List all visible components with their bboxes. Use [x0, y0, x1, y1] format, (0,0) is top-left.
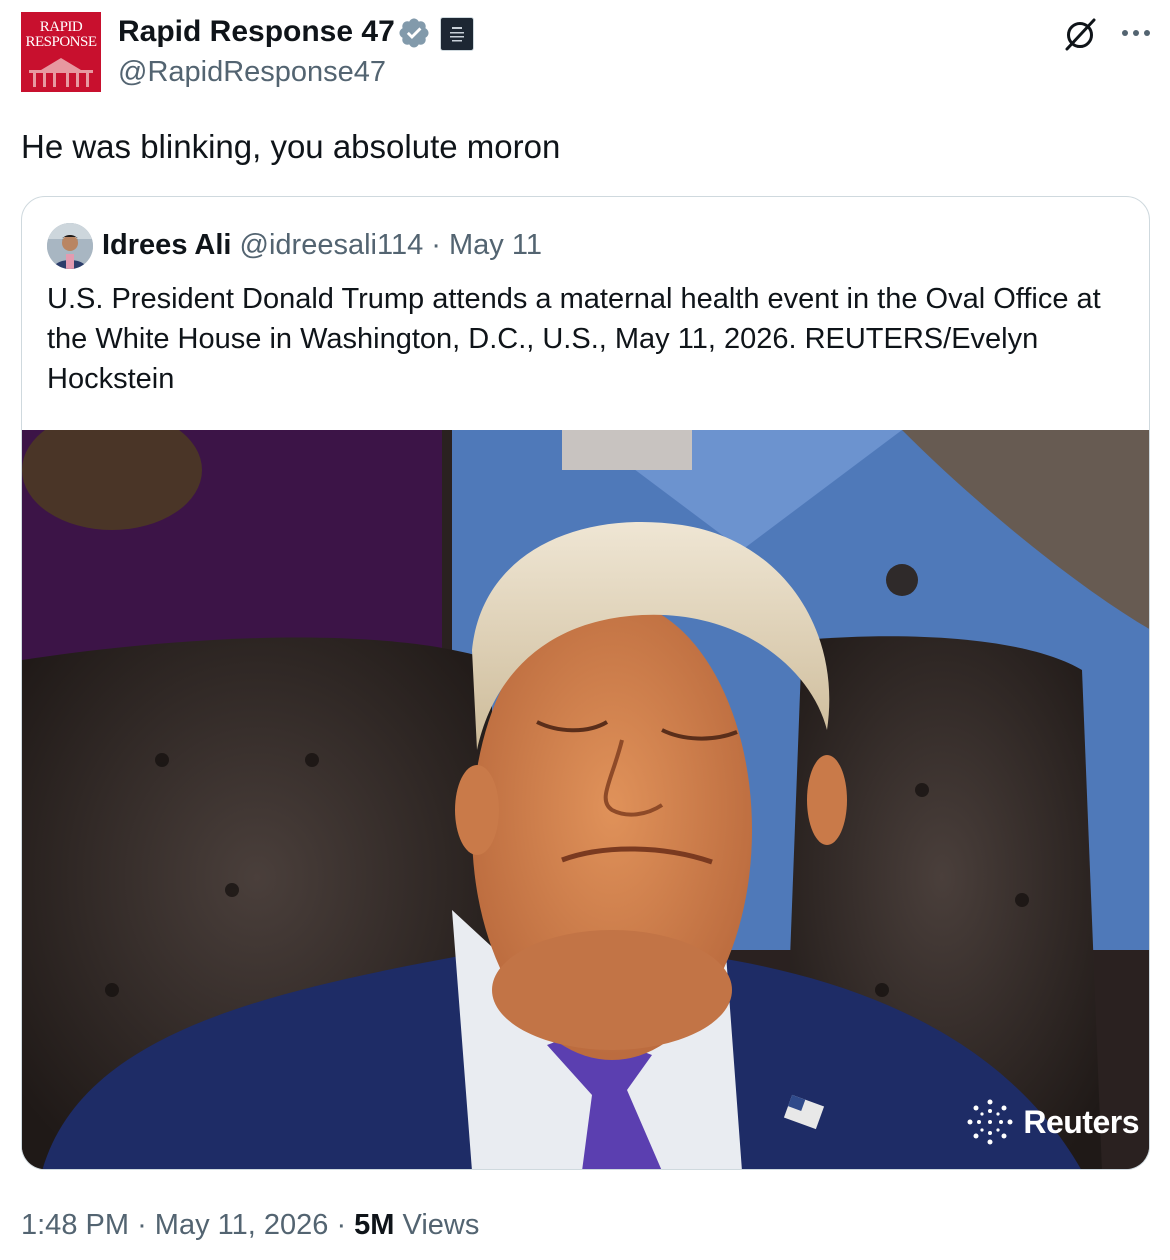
grok-icon[interactable] — [1060, 14, 1100, 54]
author-handle[interactable]: @RapidResponse47 — [118, 55, 386, 89]
views-label: Views — [402, 1209, 480, 1241]
quoted-author-avatar[interactable] — [47, 223, 93, 269]
author-name[interactable]: Rapid Response 47 — [118, 14, 395, 50]
views-count: 5M — [354, 1209, 395, 1241]
post-date[interactable]: May 11, 2026 — [155, 1209, 329, 1241]
reuters-logo-icon — [967, 1099, 1013, 1145]
tweet-text: He was blinking, you absolute moron — [21, 128, 561, 165]
author-avatar[interactable]: RAPID RESPONSE — [21, 12, 101, 92]
reuters-watermark: Reuters — [965, 1097, 1139, 1147]
post-metadata: 1:48 PM · May 11, 2026 · 5M Views — [21, 1205, 479, 1245]
separator-dot: · — [431, 229, 441, 261]
white-house-icon — [29, 58, 93, 87]
separator-dot: · — [336, 1209, 347, 1241]
verified-badge-icon — [399, 18, 429, 48]
quoted-post-text: U.S. President Donald Trump attends a ma… — [47, 283, 1101, 395]
more-options-icon[interactable] — [1116, 18, 1156, 48]
separator-dot: · — [137, 1209, 147, 1241]
post-time[interactable]: 1:48 PM — [21, 1209, 129, 1241]
quoted-author-name[interactable]: Idrees Ali — [102, 229, 231, 261]
quoted-author-handle[interactable]: @idreesali114 — [240, 229, 424, 261]
quoted-post-header: Idrees Ali @idreesali114 · May 11 — [102, 227, 542, 263]
quoted-post-date[interactable]: May 11 — [449, 229, 542, 261]
watermark-text: Reuters — [1023, 1104, 1139, 1140]
quoted-post[interactable]: Idrees Ali @idreesali114 · May 11 U.S. P… — [21, 196, 1150, 1170]
quoted-post-photo[interactable]: Reuters — [22, 430, 1149, 1169]
affiliation-badge-icon[interactable] — [440, 17, 474, 51]
